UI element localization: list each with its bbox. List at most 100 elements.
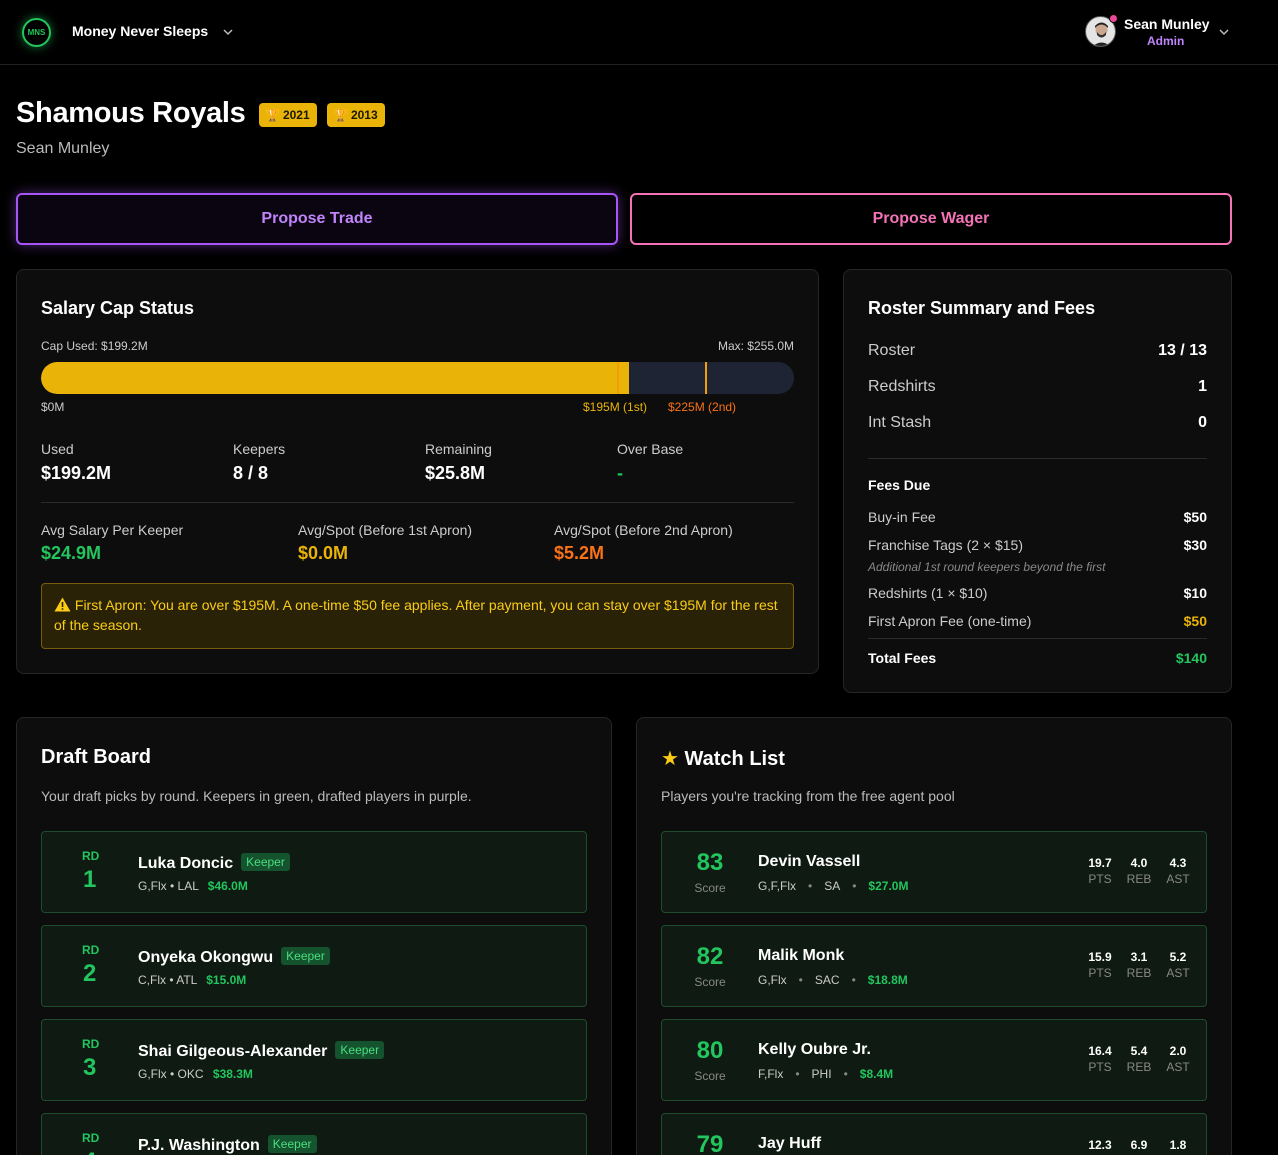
reb-stat: 6.9 [1130,1138,1148,1152]
player-name[interactable]: Luka Doncic Keeper [138,853,290,873]
player-name[interactable]: Onyeka Okongwu Keeper [138,947,330,967]
watch-list-row[interactable]: 82 Score Malik Monk G,Flx • SAC • $18.8M 15.… [661,925,1207,1007]
card-title: Salary Cap Status [41,298,195,318]
team-owner: Sean Munley [16,140,110,157]
watch-list-card: ★ Watch List Players you're tracking fro… [636,717,1232,1155]
draft-pick-row[interactable]: RD 2 Onyeka Okongwu Keeper C,Flx • ATL $1… [41,925,587,1007]
draft-pick-row[interactable]: RD 3 Shai Gilgeous-Alexander Keeper G,Flx… [41,1019,587,1101]
player-name[interactable]: Shai Gilgeous-Alexander Keeper [138,1041,385,1061]
player-meta: G,Flx • OKC $38.3M [138,1067,253,1081]
pts-stat: 12.3 [1088,1138,1112,1152]
fees-heading: Fees Due [868,477,931,493]
notification-dot [1109,14,1118,23]
watch-list-row[interactable]: 83 Score Devin Vassell G,F,Flx • SA • $27.0M… [661,831,1207,913]
round-label: RD [82,1037,100,1051]
cap-max-label: Max: $255.0M [717,339,794,353]
fee-value: $30 [1183,537,1207,553]
league-switcher[interactable]: Money Never Sleeps [72,23,208,39]
player-name[interactable]: Kelly Oubre Jr. [758,1041,871,1059]
int-stash-value: 0 [1198,414,1207,431]
round-number: 3 [83,1054,97,1081]
stat-label: Avg/Spot (Before 1st Apron) [298,522,473,538]
player-meta: G,Flx • SAC • $18.8M [758,973,908,987]
round-label: RD [82,943,100,957]
stat-value: $199.2M [41,463,112,483]
player-score: 80 [696,1037,724,1064]
player-score: 83 [696,849,724,876]
player-name[interactable]: Devin Vassell [758,853,860,871]
salary-cap-card: Salary Cap Status Cap Used: $199.2M Max:… [16,269,819,674]
round-label: RD [82,849,100,863]
second-apron-label: $225M (2nd) [668,400,737,414]
score-label: Score [694,1069,726,1083]
reb-stat: 5.4 REB [1126,1044,1152,1074]
card-description: Your draft picks by round. Keepers in gr… [41,788,472,804]
card-title: Roster Summary and Fees [868,298,1096,318]
warning-icon [54,597,71,612]
score-label: Score [694,881,726,895]
fee-label: Buy-in Fee [868,509,936,525]
ast-stat: 1.8 [1169,1138,1187,1152]
player-name[interactable]: Malik Monk [758,947,844,965]
draft-pick-row[interactable]: RD 1 Luka Doncic Keeper G,Flx • LAL $46.0… [41,831,587,913]
watch-list-row[interactable]: 79 Jay Huff 12.3 6.9 1.8 [661,1113,1207,1155]
card-title: ★ Watch List [661,748,785,770]
stat-value: 8 / 8 [233,463,269,483]
card-description: Players you're tracking from the free ag… [661,788,955,804]
redshirts-value: 1 [1198,378,1207,395]
keeper-badge: Keeper [281,947,330,965]
page-title: Shamous Royals [16,97,246,129]
propose-trade-button[interactable]: Propose Trade [16,193,618,245]
pts-stat: 15.9 PTS [1088,950,1112,980]
second-apron-marker [705,362,708,394]
player-meta: C,Flx • ATL $15.0M [138,973,247,987]
chevron-down-icon[interactable] [222,26,234,38]
chevron-down-icon[interactable] [1218,26,1230,38]
roster-summary-card: Roster Summary and Fees Roster 13 / 13 R… [843,269,1232,693]
draft-board-card: Draft Board Your draft picks by round. K… [16,717,612,1155]
round-number: 2 [83,960,97,987]
top-bar: MNS Money Never Sleeps Sean Munley Admin [0,0,1278,65]
trophy-badge: 🏆 2013 [327,103,385,127]
reb-stat: 3.1 REB [1126,950,1152,980]
trophy-badge: 🏆 2021 [259,103,317,127]
player-meta: G,Flx • LAL $46.0M [138,879,248,893]
player-name[interactable]: P.J. Washington Keeper [138,1135,317,1155]
roster-value: 13 / 13 [1158,342,1207,359]
first-apron-label: $195M (1st) [583,400,648,414]
score-label: Score [694,975,726,989]
salary-cap-fill [41,362,630,394]
user-name[interactable]: Sean Munley [1124,16,1210,32]
salary-cap-bar [41,362,794,394]
divider [41,502,794,503]
round-number: 4 [83,1148,96,1155]
star-icon: ★ [661,748,679,770]
draft-pick-row[interactable]: RD 4 P.J. WashingtonKeeper [41,1113,587,1155]
ast-stat: 5.2 AST [1166,950,1190,980]
player-score: 82 [696,943,724,970]
pts-stat: 16.4 PTS [1088,1044,1112,1074]
fee-value: $50 [1183,509,1207,525]
trophy-icon: 🏆 [333,108,348,122]
watch-list-row[interactable]: 80 Score Kelly Oubre Jr. F,Flx • PHI • $8.4M… [661,1019,1207,1101]
redshirts-label: Redshirts [868,378,936,395]
int-stash-label: Int Stash [868,414,932,431]
ast-stat: 2.0 AST [1166,1044,1190,1074]
stat-value: $0.0M [298,543,349,563]
player-name[interactable]: Jay Huff [758,1135,821,1153]
keeper-badge: Keeper [335,1041,385,1059]
round-label: RD [82,1131,100,1145]
stat-label: Used [41,441,74,457]
cap-used-label: Cap Used: $199.2M [41,339,148,353]
stat-value: $25.8M [425,463,486,483]
league-logo[interactable]: MNS [22,18,51,47]
fee-note: Additional 1st round keepers beyond the … [868,560,1106,574]
stat-label: Over Base [617,441,684,457]
fee-value: $50 [1183,613,1207,629]
card-title: Draft Board [41,746,152,768]
ast-stat: 4.3 AST [1166,856,1190,886]
propose-wager-button[interactable]: Propose Wager [630,193,1232,245]
stat-value: $5.2M [554,543,605,563]
pts-stat: 19.7 PTS [1088,856,1112,886]
total-fees-value: $140 [1175,650,1207,666]
